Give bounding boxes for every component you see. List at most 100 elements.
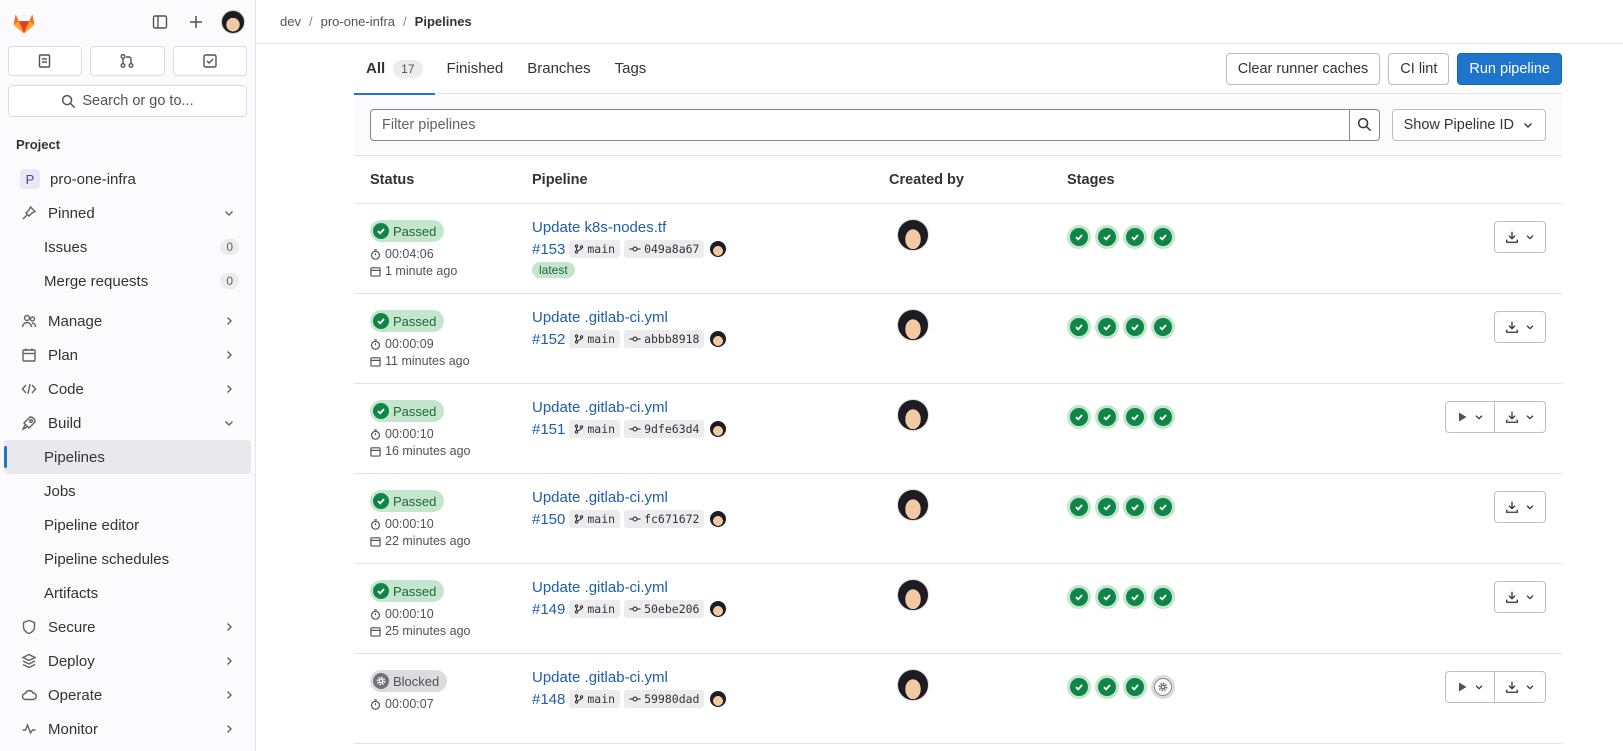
branch-chip[interactable]: main xyxy=(569,330,621,348)
download-artifacts-dropdown[interactable] xyxy=(1495,671,1546,703)
pipeline-title-link[interactable]: Update k8s-nodes.tf xyxy=(532,219,889,238)
commit-author-avatar[interactable] xyxy=(710,331,727,347)
sidebar-item-build[interactable]: Build xyxy=(4,406,251,440)
merge-requests-shortcut-icon[interactable] xyxy=(90,46,165,76)
download-artifacts-dropdown[interactable] xyxy=(1494,221,1546,253)
gitlab-logo-icon[interactable] xyxy=(10,8,38,36)
stage-passed-icon[interactable] xyxy=(1067,225,1091,249)
sidebar-item-pipeline-schedules[interactable]: Pipeline schedules xyxy=(4,542,251,576)
pipeline-title-link[interactable]: Update .gitlab-ci.yml xyxy=(532,669,889,688)
branch-chip[interactable]: main xyxy=(569,420,621,438)
commit-chip[interactable]: 049a8a67 xyxy=(624,240,705,258)
sidebar-item-operate[interactable]: Operate xyxy=(4,678,251,712)
creator-avatar[interactable] xyxy=(897,579,929,611)
pipeline-id-link[interactable]: #153 xyxy=(532,241,565,258)
stage-manual-icon[interactable] xyxy=(1151,675,1175,699)
stage-passed-icon[interactable] xyxy=(1151,225,1175,249)
branch-chip[interactable]: main xyxy=(569,240,621,258)
download-artifacts-dropdown[interactable] xyxy=(1494,491,1546,523)
creator-avatar[interactable] xyxy=(897,489,929,521)
stage-passed-icon[interactable] xyxy=(1151,315,1175,339)
sidebar-item-issues[interactable]: Issues 0 xyxy=(4,230,251,264)
pipeline-id-link[interactable]: #148 xyxy=(532,691,565,708)
breadcrumb-project[interactable]: pro-one-infra xyxy=(321,14,395,29)
tab-all[interactable]: All 17 xyxy=(354,44,435,95)
stage-passed-icon[interactable] xyxy=(1095,675,1119,699)
filter-search-button[interactable] xyxy=(1348,108,1380,141)
commit-chip[interactable]: abbb8918 xyxy=(624,330,705,348)
stage-passed-icon[interactable] xyxy=(1151,585,1175,609)
status-badge[interactable]: Blocked xyxy=(370,670,448,692)
status-badge[interactable]: Passed xyxy=(370,580,445,602)
status-badge[interactable]: Passed xyxy=(370,310,445,332)
sidebar-item-project[interactable]: P pro-one-infra xyxy=(4,162,251,196)
sidebar-item-deploy[interactable]: Deploy xyxy=(4,644,251,678)
sidebar-item-plan[interactable]: Plan xyxy=(4,338,251,372)
creator-avatar[interactable] xyxy=(897,309,929,341)
sidebar-item-pipelines[interactable]: Pipelines xyxy=(4,440,251,474)
ci-lint-button[interactable]: CI lint xyxy=(1388,52,1450,85)
stage-passed-icon[interactable] xyxy=(1095,225,1119,249)
stage-passed-icon[interactable] xyxy=(1095,405,1119,429)
stage-passed-icon[interactable] xyxy=(1123,405,1147,429)
plus-icon[interactable] xyxy=(185,11,207,33)
stage-passed-icon[interactable] xyxy=(1067,495,1091,519)
stage-passed-icon[interactable] xyxy=(1123,675,1147,699)
pipeline-title-link[interactable]: Update .gitlab-ci.yml xyxy=(532,489,889,508)
status-badge[interactable]: Passed xyxy=(370,400,445,422)
sidebar-item-pinned[interactable]: Pinned xyxy=(4,196,251,230)
stage-passed-icon[interactable] xyxy=(1095,495,1119,519)
commit-author-avatar[interactable] xyxy=(710,601,727,617)
filter-pipelines-input[interactable]: Filter pipelines xyxy=(370,108,1349,141)
pipeline-id-link[interactable]: #152 xyxy=(532,331,565,348)
stage-passed-icon[interactable] xyxy=(1067,585,1091,609)
tab-finished[interactable]: Finished xyxy=(435,44,516,94)
todos-shortcut-icon[interactable] xyxy=(172,46,247,76)
stage-passed-icon[interactable] xyxy=(1067,315,1091,339)
sidebar-item-artifacts[interactable]: Artifacts xyxy=(4,576,251,610)
pipeline-title-link[interactable]: Update .gitlab-ci.yml xyxy=(532,579,889,598)
commit-author-avatar[interactable] xyxy=(710,511,727,527)
sidebar-item-manage[interactable]: Manage xyxy=(4,304,251,338)
manual-jobs-dropdown[interactable] xyxy=(1445,401,1495,433)
creator-avatar[interactable] xyxy=(897,399,929,431)
pipeline-id-link[interactable]: #149 xyxy=(532,601,565,618)
download-artifacts-dropdown[interactable] xyxy=(1494,581,1546,613)
commit-author-avatar[interactable] xyxy=(710,691,727,707)
sidebar-item-merge-requests[interactable]: Merge requests 0 xyxy=(4,264,251,298)
commit-author-avatar[interactable] xyxy=(710,241,727,257)
stage-passed-icon[interactable] xyxy=(1067,675,1091,699)
branch-chip[interactable]: main xyxy=(569,690,621,708)
creator-avatar[interactable] xyxy=(897,219,929,251)
breadcrumb-current[interactable]: Pipelines xyxy=(415,14,472,29)
status-badge[interactable]: Passed xyxy=(370,490,445,512)
stage-passed-icon[interactable] xyxy=(1151,405,1175,429)
pipeline-title-link[interactable]: Update .gitlab-ci.yml xyxy=(532,399,889,418)
stage-passed-icon[interactable] xyxy=(1123,225,1147,249)
stage-passed-icon[interactable] xyxy=(1123,315,1147,339)
stage-passed-icon[interactable] xyxy=(1123,585,1147,609)
pipeline-id-link[interactable]: #151 xyxy=(532,421,565,438)
sidebar-item-pipeline-editor[interactable]: Pipeline editor xyxy=(4,508,251,542)
pipeline-id-link[interactable]: #150 xyxy=(532,511,565,528)
breadcrumb-group[interactable]: dev xyxy=(280,14,301,29)
commit-chip[interactable]: 59980dad xyxy=(624,690,705,708)
stage-passed-icon[interactable] xyxy=(1095,585,1119,609)
manual-jobs-dropdown[interactable] xyxy=(1445,671,1495,703)
pipeline-title-link[interactable]: Update .gitlab-ci.yml xyxy=(532,309,889,328)
tab-tags[interactable]: Tags xyxy=(603,44,659,94)
branch-chip[interactable]: main xyxy=(569,600,621,618)
clear-runner-caches-button[interactable]: Clear runner caches xyxy=(1225,52,1381,85)
stage-passed-icon[interactable] xyxy=(1123,495,1147,519)
stage-passed-icon[interactable] xyxy=(1067,405,1091,429)
sidebar-item-jobs[interactable]: Jobs xyxy=(4,474,251,508)
sidebar-item-code[interactable]: Code xyxy=(4,372,251,406)
search-button[interactable]: Search or go to... xyxy=(8,85,247,117)
user-avatar[interactable] xyxy=(221,10,245,34)
commit-chip[interactable]: 9dfe63d4 xyxy=(624,420,705,438)
sidebar-item-secure[interactable]: Secure xyxy=(4,610,251,644)
run-pipeline-button[interactable]: Run pipeline xyxy=(1457,52,1562,85)
issues-shortcut-icon[interactable] xyxy=(8,46,83,76)
status-badge[interactable]: Passed xyxy=(370,220,445,242)
commit-author-avatar[interactable] xyxy=(710,421,727,437)
